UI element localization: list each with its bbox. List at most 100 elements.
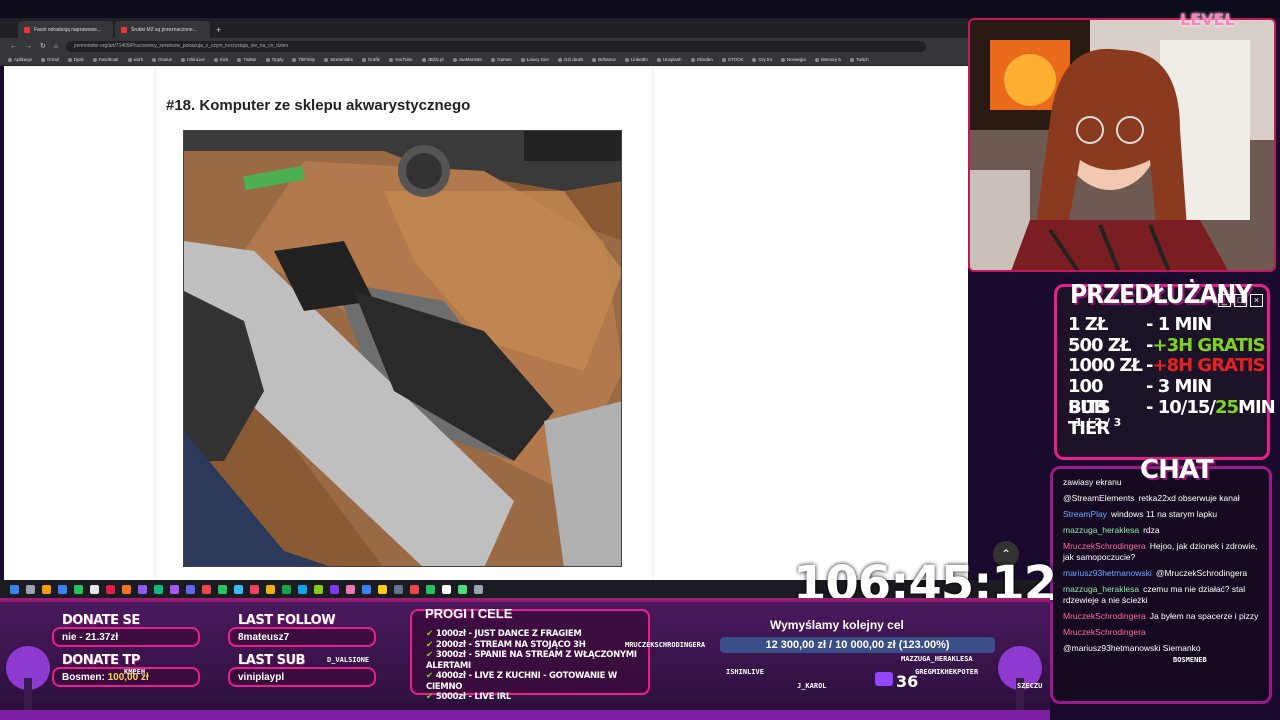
goal-item: ✔ 5000zł - LIVE IRL [426, 692, 511, 702]
bookmark-item[interactable]: Twitter [237, 57, 257, 62]
chat-username[interactable]: StreamPlay [1063, 509, 1107, 519]
bookmark-item[interactable]: Memory 5 [814, 57, 841, 62]
bookmark-icon [213, 57, 218, 62]
taskbar-app-icon[interactable] [58, 584, 67, 594]
bookmark-item[interactable]: JoeMonster [452, 57, 482, 62]
donate-se-box: nie - 21.37zł [52, 627, 200, 647]
bookmark-item[interactable]: Oculus [152, 57, 172, 62]
bookmark-icon [690, 57, 695, 62]
article: #18. Komputer ze sklepu akwarystycznego [156, 66, 652, 580]
chat-text: retka22xd obserwuje kanał [1138, 493, 1240, 503]
pricing-accent: +3H GRATIS [1152, 335, 1265, 356]
bookmark-item[interactable]: Dysk [67, 57, 84, 62]
article-photo [183, 130, 622, 567]
taskbar-app-icon[interactable] [266, 584, 275, 594]
taskbar-app-icon[interactable] [442, 584, 451, 594]
forward-icon[interactable]: → [25, 43, 32, 50]
bookmark-icon [324, 57, 329, 62]
taskbar-app-icon[interactable] [378, 584, 387, 594]
taskbar-app-icon[interactable] [170, 584, 179, 594]
bookmark-item[interactable]: Games [491, 57, 512, 62]
taskbar-app-icon[interactable] [106, 584, 115, 594]
bookmark-item[interactable]: Gry tnt [752, 57, 772, 62]
last-sub-value: viniplaypl [238, 672, 285, 683]
address-bar[interactable]: joemonster.org/art/71409/Pracownicy_serw… [66, 40, 927, 52]
bookmark-item[interactable]: GG.deals [558, 57, 583, 62]
bookmark-icon [67, 57, 72, 62]
bookmark-item[interactable]: JBZD.pl [421, 57, 444, 62]
taskbar-app-icon[interactable] [282, 584, 291, 594]
taskbar-app-icon[interactable] [362, 584, 371, 594]
chat-username[interactable]: MruczekSchrodingera [1063, 611, 1146, 621]
taskbar-app-icon[interactable] [458, 584, 467, 594]
maximize-icon: □ [1234, 294, 1247, 307]
bookmark-item[interactable]: IshinLive [181, 57, 205, 62]
taskbar-app-icon[interactable] [138, 584, 147, 594]
chat-text: windows 11 na starym lapku [1110, 509, 1218, 519]
bookmark-icon [780, 57, 785, 62]
bookmark-icon [127, 57, 132, 62]
bookmark-item[interactable]: Kick [213, 57, 228, 62]
goal-item: ✔ 4000zł - LIVE Z KUCHNI - GOTOWANIE W CI… [426, 671, 617, 692]
bookmark-item[interactable]: Behance [592, 57, 616, 62]
bookmark-icon [491, 57, 496, 62]
bookmark-item[interactable]: Twitch [849, 57, 869, 62]
taskbar-app-icon[interactable] [394, 584, 403, 594]
new-tab-icon[interactable]: + [216, 25, 221, 35]
taskbar-app-icon[interactable] [186, 584, 195, 594]
reload-icon[interactable]: ↻ [40, 42, 46, 50]
taskbar-app-icon[interactable] [298, 584, 307, 594]
bookmark-item[interactable]: Tipply [265, 57, 283, 62]
chat-username[interactable]: MruczekSchrodingera [1063, 541, 1146, 551]
bookmark-item[interactable]: Streamlabs [324, 57, 353, 62]
taskbar-app-icon[interactable] [314, 584, 323, 594]
twitch-icon [875, 672, 893, 686]
taskbar-app-icon[interactable] [90, 584, 99, 594]
goals-panel: ✔ 1000zł - JUST DANCE Z FRAGIEM ✔ 2000zł - … [410, 609, 650, 702]
taskbar-app-icon[interactable] [202, 584, 211, 594]
home-icon[interactable]: ⌂ [54, 43, 58, 50]
taskbar-app-icon[interactable] [122, 584, 131, 594]
bookmark-item[interactable]: Unsplash [656, 57, 682, 62]
taskbar-app-icon[interactable] [10, 584, 19, 594]
last-follow-label: LAST FOLLOW [238, 613, 336, 628]
chat-message: @mariusz93hetmanowski Siemanko [1063, 643, 1263, 654]
chat-message: MruczekSchrodingera [1063, 627, 1263, 638]
chat-username[interactable]: mariusz93hetmanowski [1063, 568, 1152, 578]
bookmark-item[interactable]: STOCK [721, 57, 743, 62]
taskbar-app-icon[interactable] [26, 584, 35, 594]
taskbar-app-icon[interactable] [410, 584, 419, 594]
taskbar-app-icon[interactable] [250, 584, 259, 594]
bookmark-item[interactable]: Łowcy Gier [520, 57, 549, 62]
chat-message: mazzuga_heraklesa rdza [1063, 525, 1263, 536]
browser-tab[interactable]: Facet odradzają naprawowe... [18, 21, 113, 38]
taskbar-app-icon[interactable] [74, 584, 83, 594]
bookmark-item[interactable]: LinkedIn [624, 57, 648, 62]
bookmark-item[interactable]: Aplikacje [8, 57, 32, 62]
taskbar-app-icon[interactable] [42, 584, 51, 594]
bookmark-item[interactable]: work [127, 57, 143, 62]
taskbar-app-icon[interactable] [330, 584, 339, 594]
chat-username[interactable]: MruczekSchrodingera [1063, 627, 1146, 637]
browser-tab[interactable]: Śrubki M2 są przeznaczone... [115, 21, 210, 38]
chat-username[interactable]: mazzuga_heraklesa [1063, 584, 1139, 594]
bookmark-icon [388, 57, 393, 62]
chat-username[interactable]: @StreamElements [1063, 493, 1134, 503]
taskbar-app-icon[interactable] [218, 584, 227, 594]
chat-username[interactable]: mazzuga_heraklesa [1063, 525, 1139, 535]
bookmark-item[interactable]: Gmail [41, 57, 59, 62]
taskbar-app-icon[interactable] [426, 584, 435, 594]
back-icon[interactable]: ← [10, 43, 17, 50]
taskbar-app-icon[interactable] [346, 584, 355, 594]
bookmark-item[interactable]: TikFinity [292, 57, 315, 62]
bookmark-item[interactable]: YouTube [388, 57, 413, 62]
webcam-feed [968, 18, 1276, 272]
bookmark-item[interactable]: Facebook [92, 57, 119, 62]
bookmark-item[interactable]: Norwegia [780, 57, 806, 62]
taskbar-app-icon[interactable] [154, 584, 163, 594]
taskbar-app-icon[interactable] [474, 584, 483, 594]
chat-text: @mariusz93hetmanowski Siemanko [1063, 643, 1201, 653]
taskbar-app-icon[interactable] [234, 584, 243, 594]
bookmark-item[interactable]: Grafik [361, 57, 380, 62]
bookmark-item[interactable]: Skinden [690, 57, 713, 62]
